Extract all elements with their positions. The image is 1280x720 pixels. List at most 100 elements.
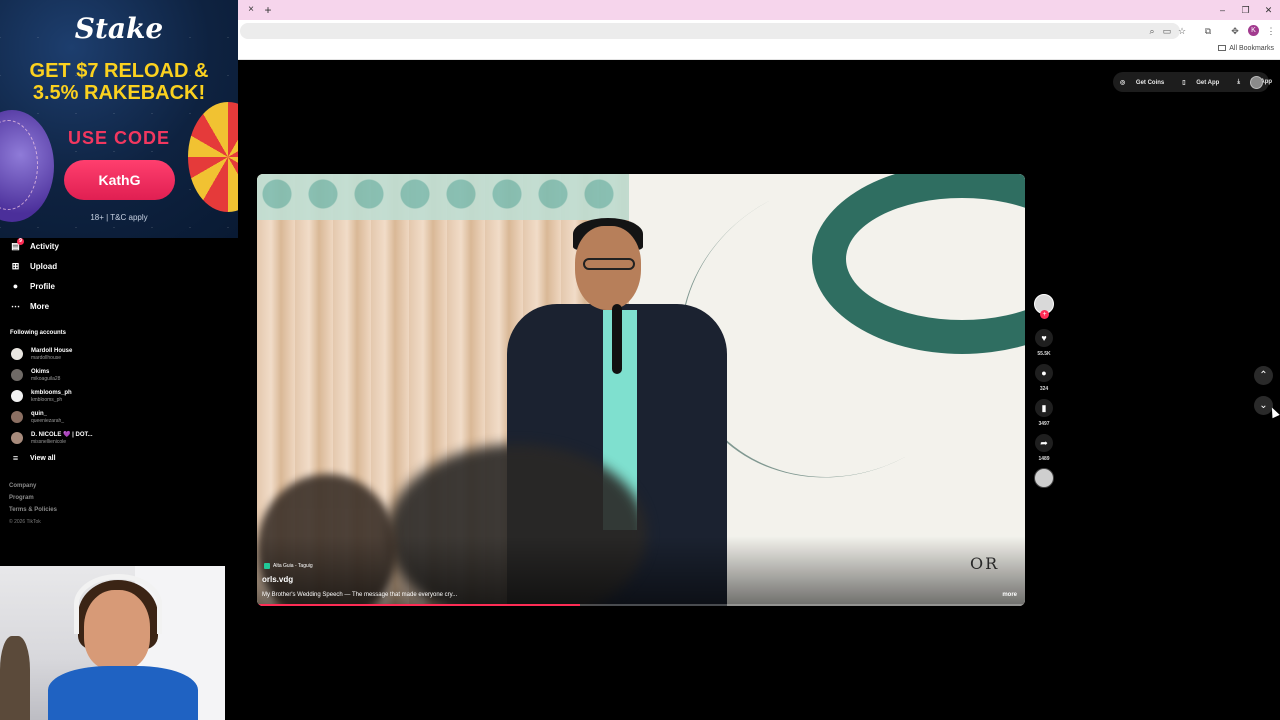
comment-button[interactable]: ● [1035,364,1053,382]
ad-use-code-label: USE CODE [67,128,171,148]
top-actions-bar: ◎ Get Coins ▯ Get App ⤓ PC App [1113,72,1272,92]
activity-badge: 9 [17,237,24,245]
sidebar-item-label: More [30,301,50,311]
footer-link-company[interactable]: Company [9,483,36,489]
close-window-button[interactable]: ✕ [1257,0,1280,20]
sidebar-item-upload[interactable]: ⊞ Upload [10,259,57,273]
heart-icon: ♥ [1041,333,1047,343]
bookmark-icon: ▮ [1041,403,1047,413]
following-account[interactable]: D. NICOLE 💜 | DOT... missnellienicole [11,429,93,447]
get-app-button[interactable]: ▯ Get App [1182,79,1228,86]
new-tab-button[interactable]: + [260,2,276,18]
search-icon[interactable]: ⌕ [1145,24,1159,38]
account-handle: queeniezarah_ [31,418,65,424]
avatar [11,390,23,402]
footer-link-terms[interactable]: Terms & Policies [9,507,57,513]
star-icon[interactable]: ☆ [1175,24,1189,38]
caption-more-link[interactable]: more [1002,592,1017,598]
video-caption: My Brother's Wedding Speech — The messag… [262,592,458,598]
following-account[interactable]: Okims mikoaguila28 [11,366,60,384]
close-tab-icon[interactable]: × [244,3,258,17]
ad-fine-print: 18+ | T&C apply [90,213,148,222]
chevron-up-icon: ⌃ [1259,370,1268,381]
stake-ad[interactable]: Stake GET $7 RELOAD & 3.5% RAKEBACK! USE… [0,0,238,238]
phone-icon: ▯ [1182,79,1188,86]
account-name: kmblooms_ph [31,390,72,396]
ad-code-button[interactable]: KathG [64,160,175,200]
avatar [11,348,23,360]
copyright: © 2026 TikTok [9,519,41,525]
shares-count: 1489 [1038,456,1050,462]
microphone-image [612,304,622,374]
account-name: D. NICOLE 💜 | DOT... [31,432,93,438]
cast-icon[interactable]: ▭ [1160,24,1174,38]
ad-brand-logo: Stake [74,12,164,45]
all-bookmarks-label: All Bookmarks [1229,45,1274,52]
saves-count: 3497 [1038,421,1050,427]
minimize-button[interactable]: – [1211,0,1234,20]
screen: × + – ❐ ✕ ⌕ ▭ ☆ ⧉ ✥ K ⋮ All Bookmarks St… [0,0,1280,720]
account-name: quin_ [31,411,47,417]
account-handle: mardollhouse [31,355,62,361]
location-tag[interactable]: Alta Guia - Taguig [264,561,313,571]
following-section-title: Following accounts [10,330,67,336]
video-author[interactable]: orls.vdg [262,575,293,584]
folder-icon [1218,45,1227,51]
location-pin-icon [264,563,270,569]
get-coins-label: Get Coins [1135,79,1165,86]
sidebar-item-label: Profile [30,281,55,291]
video-progress-fill [257,604,580,606]
menu-icon[interactable]: ⋮ [1264,24,1278,38]
avatar [11,411,23,423]
following-account[interactable]: Mardoll House mardollhouse [11,345,72,363]
avatar [11,432,23,444]
sidebar-item-label: Activity [30,241,59,251]
sidebar-item-more[interactable]: ⋯ More [10,299,49,313]
plus-square-icon: ⊞ [11,260,20,271]
ad-headline: GET $7 RELOAD & 3.5% RAKEBACK! [0,60,238,104]
like-button[interactable]: ♥ [1035,329,1053,347]
browser-toolbar: ⌕ ▭ ☆ ⧉ ✥ K ⋮ [238,20,1280,42]
share-arrow-icon: ➦ [1040,438,1048,448]
location-label: Alta Guia - Taguig [273,563,313,569]
all-bookmarks-button[interactable]: All Bookmarks [1218,45,1274,52]
ad-headline-line2: 3.5% RAKEBACK! [32,82,206,104]
following-account[interactable]: kmblooms_ph kmblooms_ph [11,387,72,405]
video-progress-bar[interactable] [257,604,1025,606]
account-handle: kmblooms_ph [31,397,63,403]
account-handle: mikoaguila28 [31,376,61,382]
sidebar-item-label: Upload [30,261,58,271]
more-dots-icon: ⋯ [11,300,20,311]
get-coins-button[interactable]: ◎ Get Coins [1120,79,1173,86]
window-controls: – ❐ ✕ [1211,0,1280,20]
profile-avatar-icon: ● [12,280,19,291]
music-disc-icon[interactable] [1034,468,1054,488]
extensions-icon[interactable]: ⧉ [1201,24,1215,38]
likes-count: 55.5K [1037,351,1051,357]
account-name: Okims [31,369,50,375]
get-app-label: Get App [1196,79,1220,86]
list-icon: ≡ [12,452,19,463]
footer-link-program[interactable]: Program [9,495,34,501]
ad-headline-line1: GET $7 RELOAD & [29,60,209,82]
view-all-following[interactable]: ≡ View all [10,451,56,465]
video-player[interactable]: OR Alta Guia - Taguig orls.vdg My Brothe… [257,174,1025,606]
restore-button[interactable]: ❐ [1234,0,1257,20]
inbox-icon: ▤ 9 [10,237,24,252]
follow-plus-icon[interactable]: + [1040,310,1049,319]
account-name: Mardoll House [31,348,73,354]
share-button[interactable]: ➦ [1035,434,1053,452]
previous-video-button[interactable]: ⌃ [1254,366,1273,385]
avatar [11,369,23,381]
address-bar[interactable] [240,23,1180,39]
save-button[interactable]: ▮ [1035,399,1053,417]
profile-avatar[interactable]: K [1248,25,1259,36]
sidebar-item-profile[interactable]: ● Profile [10,279,55,293]
sidebar-item-activity[interactable]: ▤ 9 Activity [10,237,59,253]
browser-tabstrip: × + – ❐ ✕ [238,0,1280,20]
user-avatar[interactable] [1250,76,1263,89]
chevron-down-icon: ⌄ [1259,400,1268,411]
headset-image [74,574,162,634]
puzzle-icon[interactable]: ✥ [1228,24,1242,38]
following-account[interactable]: quin_ queeniezarah_ [11,408,64,426]
